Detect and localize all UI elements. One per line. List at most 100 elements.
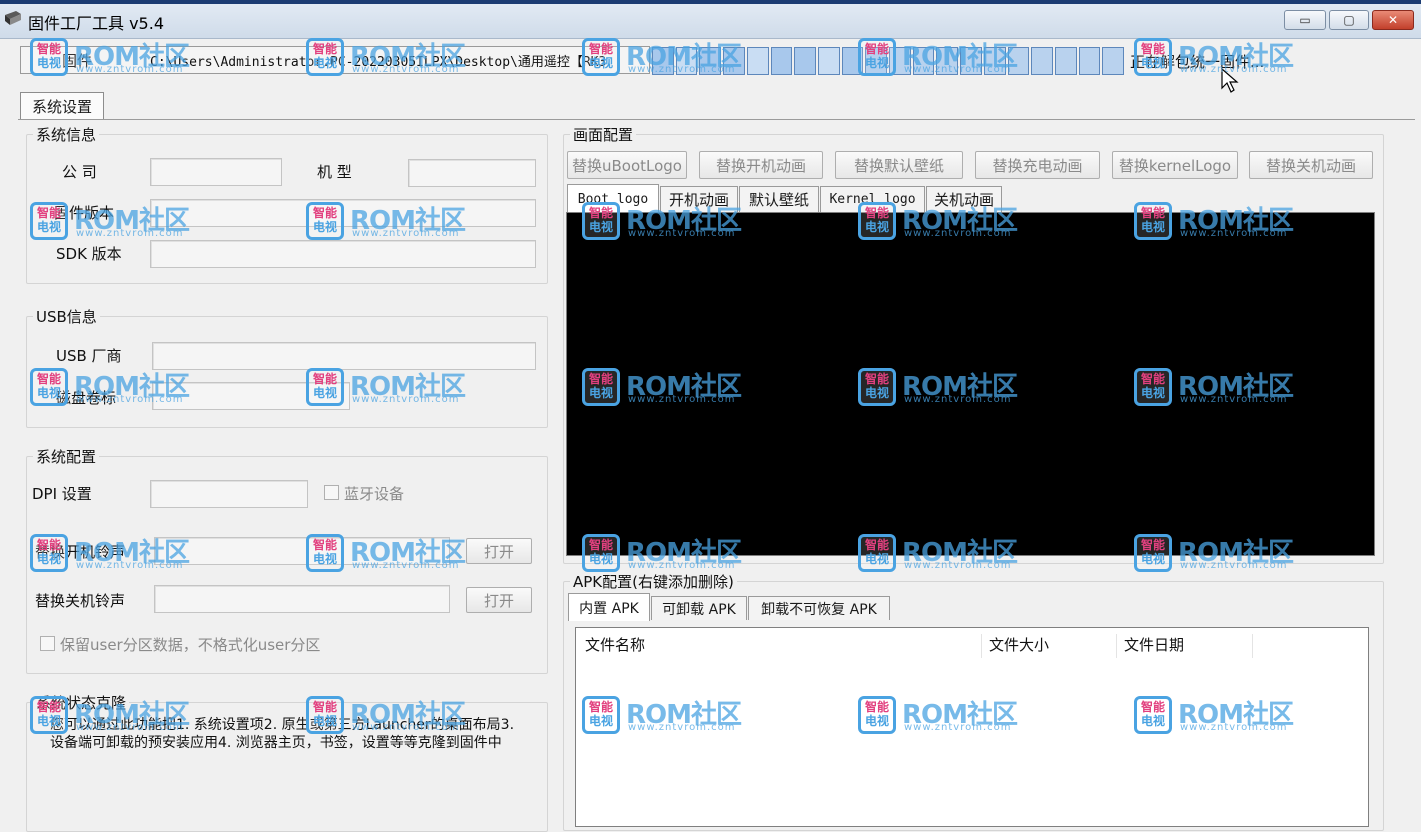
column-header-file-name[interactable]: 文件名称	[585, 634, 645, 655]
tv-icon: 智能 电视	[1134, 368, 1172, 406]
tv-icon: 智能 电视	[858, 368, 896, 406]
column-header-file-size[interactable]: 文件大小	[989, 634, 1049, 655]
tab-builtin-apk[interactable]: 内置 APK	[568, 593, 650, 621]
watermark-logo: 智能 电视 ROM社区 www.zntvrom.com	[582, 198, 752, 242]
watermark-logo: 智能 电视 ROM社区 www.zntvrom.com	[582, 34, 752, 78]
shutdown-ringtone-open-button[interactable]: 打开	[466, 587, 532, 613]
tv-icon: 智能 电视	[858, 202, 896, 240]
watermark-site: www.zntvrom.com	[76, 560, 184, 571]
sdk-version-input[interactable]	[150, 240, 536, 268]
watermark-site: www.zntvrom.com	[352, 560, 460, 571]
dpi-input[interactable]	[150, 480, 308, 508]
app-icon	[5, 11, 21, 25]
watermark-site: www.zntvrom.com	[76, 722, 184, 733]
minimize-button[interactable]: ▭	[1284, 10, 1326, 30]
apk-config-title: APK配置(右键添加删除)	[570, 571, 737, 592]
progress-segment	[1078, 47, 1101, 75]
tv-icon: 智能 电视	[582, 696, 620, 734]
watermark-site: www.zntvrom.com	[904, 722, 1012, 733]
watermark-site: www.zntvrom.com	[904, 64, 1012, 75]
watermark-site: www.zntvrom.com	[352, 64, 460, 75]
shutdown-ringtone-path[interactable]	[154, 585, 450, 613]
watermark-logo: 智能 电视 ROM社区 www.zntvrom.com	[30, 364, 200, 408]
progress-segment	[794, 47, 816, 75]
keep-user-partition-checkbox[interactable]	[40, 636, 55, 651]
keep-user-partition-label: 保留user分区数据，不格式化user分区	[60, 636, 321, 654]
tab-unrecoverable-apk[interactable]: 卸载不可恢复 APK	[748, 596, 890, 620]
tv-icon: 智能 电视	[30, 696, 68, 734]
watermark-logo: 智能 电视 ROM社区 www.zntvrom.com	[858, 198, 1028, 242]
watermark-site: www.zntvrom.com	[628, 722, 736, 733]
company-label: 公 司	[62, 163, 97, 181]
watermark-logo: 智能 电视 ROM社区 www.zntvrom.com	[1134, 198, 1304, 242]
tv-icon: 智能 电视	[306, 38, 344, 76]
watermark-site: www.zntvrom.com	[628, 394, 736, 405]
tv-icon: 智能 电视	[858, 534, 896, 572]
window-title: 固件工厂工具 v5.4	[28, 14, 165, 33]
tab-system-settings[interactable]: 系统设置	[20, 92, 104, 120]
watermark-logo: 智能 电视 ROM社区 www.zntvrom.com	[582, 692, 752, 736]
shutdown-ringtone-label: 替换关机铃声	[35, 592, 126, 610]
image-config-title: 画面配置	[570, 124, 637, 145]
system-info-title: 系统信息	[33, 124, 100, 145]
tv-icon: 智能 电视	[30, 368, 68, 406]
watermark-site: www.zntvrom.com	[628, 64, 736, 75]
replace-kernel-logo-button[interactable]: 替换kernelLogo	[1112, 151, 1238, 179]
dpi-label: DPI 设置	[32, 485, 92, 503]
tv-icon: 智能 电视	[306, 202, 344, 240]
column-divider	[981, 634, 982, 658]
tv-icon: 智能 电视	[306, 696, 344, 734]
watermark-logo: 智能 电视 ROM社区 www.zntvrom.com	[1134, 530, 1304, 574]
sdk-version-label: SDK 版本	[56, 245, 122, 263]
replace-charge-animation-button[interactable]: 替换充电动画	[975, 151, 1100, 179]
tv-icon: 智能 电视	[582, 202, 620, 240]
watermark-site: www.zntvrom.com	[628, 560, 736, 571]
watermark-logo: 智能 电视 ROM社区 www.zntvrom.com	[858, 692, 1028, 736]
column-header-file-date[interactable]: 文件日期	[1124, 634, 1184, 655]
watermark-logo: 智能 电视 ROM社区 www.zntvrom.com	[582, 530, 752, 574]
replace-shutdown-animation-button[interactable]: 替换关机动画	[1249, 151, 1373, 179]
watermark-site: www.zntvrom.com	[628, 228, 736, 239]
watermark-site: www.zntvrom.com	[1180, 394, 1288, 405]
replace-uboot-logo-button[interactable]: 替换uBootLogo	[567, 151, 687, 179]
tv-icon: 智能 电视	[30, 202, 68, 240]
model-input[interactable]	[408, 159, 536, 187]
tv-icon: 智能 电视	[1134, 38, 1172, 76]
tv-icon: 智能 电视	[858, 38, 896, 76]
tv-icon: 智能 电视	[306, 534, 344, 572]
close-button[interactable]: ✕	[1372, 10, 1414, 30]
tv-icon: 智能 电视	[1134, 534, 1172, 572]
replace-default-wallpaper-button[interactable]: 替换默认壁纸	[835, 151, 963, 179]
progress-segment	[1031, 47, 1053, 75]
watermark-site: www.zntvrom.com	[352, 394, 460, 405]
tv-icon: 智能 电视	[582, 38, 620, 76]
maximize-button[interactable]: ▢	[1329, 10, 1369, 30]
watermark-site: www.zntvrom.com	[904, 560, 1012, 571]
progress-segment	[1102, 47, 1125, 75]
tv-icon: 智能 电视	[1134, 696, 1172, 734]
watermark-logo: 智能 电视 ROM社区 www.zntvrom.com	[1134, 364, 1304, 408]
model-label: 机 型	[317, 163, 352, 181]
replace-boot-animation-button[interactable]: 替换开机动画	[699, 151, 823, 179]
watermark-site: www.zntvrom.com	[76, 228, 184, 239]
watermark-logo: 智能 电视 ROM社区 www.zntvrom.com	[30, 34, 200, 78]
watermark-logo: 智能 电视 ROM社区 www.zntvrom.com	[306, 364, 476, 408]
system-config-title: 系统配置	[33, 446, 100, 467]
tv-icon: 智能 电视	[306, 368, 344, 406]
usb-info-title: USB信息	[33, 306, 100, 327]
progress-segment	[817, 47, 840, 75]
watermark-site: www.zntvrom.com	[1180, 64, 1288, 75]
column-divider	[1116, 634, 1117, 658]
watermark-site: www.zntvrom.com	[904, 394, 1012, 405]
tab-uninstallable-apk[interactable]: 可卸载 APK	[651, 596, 747, 620]
watermark-site: www.zntvrom.com	[1180, 228, 1288, 239]
watermark-logo: 智能 电视 ROM社区 www.zntvrom.com	[1134, 34, 1304, 78]
watermark-logo: 智能 电视 ROM社区 www.zntvrom.com	[306, 34, 476, 78]
watermark-site: www.zntvrom.com	[1180, 722, 1288, 733]
tv-icon: 智能 电视	[1134, 202, 1172, 240]
watermark-logo: 智能 电视 ROM社区 www.zntvrom.com	[858, 34, 1028, 78]
watermark-logo: 智能 电视 ROM社区 www.zntvrom.com	[306, 198, 476, 242]
bluetooth-checkbox[interactable]	[324, 485, 339, 500]
company-input[interactable]	[150, 158, 282, 186]
watermark-logo: 智能 电视 ROM社区 www.zntvrom.com	[30, 530, 200, 574]
